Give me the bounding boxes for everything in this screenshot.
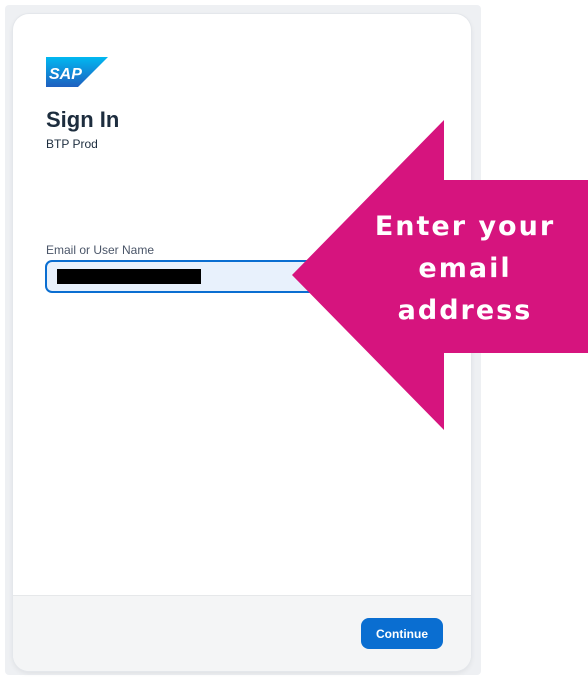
annotation-line: Enter your — [374, 211, 556, 242]
svg-text:SAP: SAP — [49, 66, 82, 83]
card-footer: Continue — [13, 595, 471, 671]
page-subtitle: BTP Prod — [46, 137, 98, 151]
email-field-label: Email or User Name — [46, 243, 155, 257]
page-title: Sign In — [46, 107, 120, 132]
continue-button[interactable]: Continue — [361, 618, 443, 649]
redacted-email-value — [57, 269, 201, 284]
annotation-callout: Enter your email address — [345, 206, 585, 332]
annotation-line: address — [397, 295, 533, 326]
sap-logo: SAP — [46, 57, 108, 87]
annotation-line: email — [418, 253, 512, 284]
